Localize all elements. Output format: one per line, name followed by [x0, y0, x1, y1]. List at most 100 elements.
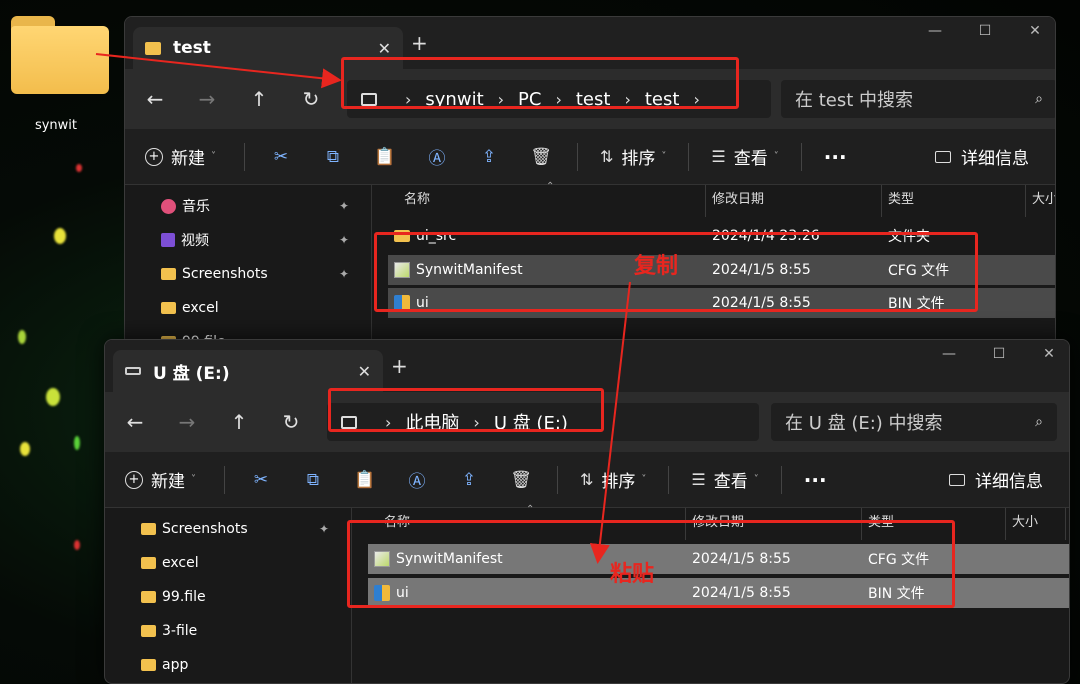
sidebar-item-video[interactable]: 视频 ✦ [125, 223, 371, 257]
file-date: 2024/1/4 23:26 [712, 228, 820, 244]
sort-label: 排序 [621, 149, 656, 169]
file-row[interactable]: ui_src 2024/1/4 23:26 文件夹 [388, 221, 1055, 251]
minimize-icon[interactable]: — [925, 23, 945, 39]
bg-dot [74, 540, 80, 550]
search-input[interactable]: 在 test 中搜索 ⌕ [781, 80, 1055, 118]
sidebar-item-excel[interactable]: excel [105, 546, 351, 580]
copy-icon[interactable]: ⧉ [287, 470, 339, 490]
chevron-down-icon: ˅ [641, 474, 647, 485]
forward-icon[interactable]: → [161, 410, 213, 434]
toolbar-divider [800, 142, 802, 171]
sidebar-item-3-file[interactable]: 3-file [105, 614, 351, 648]
delete-icon[interactable]: 🗑 [515, 147, 567, 167]
sidebar-item-screenshots[interactable]: Screenshots ✦ [125, 257, 371, 291]
column-size[interactable]: 大小 [1006, 508, 1066, 540]
maximize-icon[interactable]: ☐ [989, 346, 1009, 362]
address-bar[interactable]: › 此电脑 › U 盘 (E:) [327, 403, 759, 441]
more-options-button[interactable]: ··· [804, 468, 827, 492]
sort-label: 排序 [601, 472, 636, 492]
column-date[interactable]: 修改日期 [706, 185, 882, 217]
folder-icon [141, 625, 156, 637]
delete-icon[interactable]: 🗑 [495, 470, 547, 490]
tab-test[interactable]: test ✕ [133, 27, 403, 69]
paste-icon[interactable]: 📋 [339, 470, 391, 490]
chevron-icon: › [405, 89, 412, 109]
sidebar-item-music[interactable]: 音乐 ✦ [125, 189, 371, 223]
breadcrumb-item[interactable]: test [645, 89, 680, 110]
cut-icon[interactable]: ✂ [235, 470, 287, 490]
breadcrumb-item[interactable]: U 盘 (E:) [494, 409, 568, 435]
sidebar-item-screenshots[interactable]: Screenshots ✦ [105, 512, 351, 546]
command-bar: + 新建 ˅ ✂ ⧉ 📋 Ⓐ ⇪ 🗑 ⇅ 排序 ˅ ☰ 查看 ˅ ··· 详细信… [105, 452, 1069, 508]
desktop-folder[interactable]: synwit [4, 16, 109, 133]
new-button[interactable]: + 新建 ˅ [125, 467, 196, 492]
file-row[interactable]: ui 2024/1/5 8:55 BIN 文件 [388, 288, 1055, 318]
forward-icon[interactable]: → [181, 87, 233, 111]
copy-icon[interactable]: ⧉ [307, 147, 359, 167]
close-icon[interactable]: ✕ [1039, 346, 1059, 362]
sidebar-item-label: excel [162, 555, 199, 571]
column-size[interactable]: 大小 [1026, 185, 1055, 217]
details-pane-button[interactable]: 详细信息 [949, 467, 1043, 492]
sort-icon: ⇅ [600, 147, 614, 166]
sidebar-item-excel[interactable]: excel [125, 291, 371, 325]
sidebar-item-app[interactable]: app [105, 648, 351, 682]
file-list: 名称 ⌃ 修改日期 类型 大小 ui_src 2024/1/4 23:26 文件… [372, 181, 1055, 345]
up-icon[interactable]: ↑ [213, 410, 265, 434]
sort-button[interactable]: ⇅ 排序 ˅ [600, 144, 666, 169]
close-tab-icon[interactable]: ✕ [378, 39, 391, 58]
pin-icon: ✦ [338, 267, 349, 281]
share-icon[interactable]: ⇪ [463, 147, 515, 167]
details-pane-button[interactable]: 详细信息 [935, 144, 1029, 169]
breadcrumb-item[interactable]: PC [518, 89, 541, 110]
maximize-icon[interactable]: ☐ [975, 23, 995, 39]
close-tab-icon[interactable]: ✕ [358, 362, 371, 381]
content-area: Screenshots ✦ excel 99.file 3-file app 名… [105, 504, 1069, 683]
navigation-pane: 音乐 ✦ 视频 ✦ Screenshots ✦ excel 99.file [125, 185, 372, 345]
rename-icon[interactable]: Ⓐ [391, 467, 443, 492]
new-tab-button[interactable]: + [411, 31, 428, 55]
back-icon[interactable]: ← [109, 410, 161, 434]
back-icon[interactable]: ← [129, 87, 181, 111]
breadcrumb-item[interactable]: test [576, 89, 611, 110]
sidebar-item-label: 3-file [162, 623, 198, 639]
tab-usb-drive[interactable]: U 盘 (E:) ✕ [113, 350, 383, 392]
folder-icon [141, 591, 156, 603]
bg-dot [74, 436, 80, 450]
folder-icon [7, 16, 109, 94]
config-file-icon [394, 262, 410, 278]
share-icon[interactable]: ⇪ [443, 470, 495, 490]
file-row[interactable]: ui 2024/1/5 8:55 BIN 文件 [368, 578, 1069, 608]
column-date[interactable]: 修改日期 [686, 508, 862, 540]
bg-dot [46, 388, 60, 406]
up-icon[interactable]: ↑ [233, 87, 285, 111]
sidebar-item-label: Screenshots [162, 521, 248, 537]
file-name: SynwitManifest [396, 551, 503, 567]
address-bar[interactable]: › synwit › PC › test › test › [347, 80, 771, 118]
more-options-button[interactable]: ··· [824, 145, 847, 169]
column-type[interactable]: 类型 [862, 508, 1006, 540]
search-input[interactable]: 在 U 盘 (E:) 中搜索 ⌕ [771, 403, 1057, 441]
file-name: ui_src [416, 228, 457, 244]
new-tab-button[interactable]: + [391, 354, 408, 378]
column-type[interactable]: 类型 [882, 185, 1026, 217]
refresh-icon[interactable]: ↻ [285, 87, 337, 111]
sidebar-item-99-file[interactable]: 99.file [105, 580, 351, 614]
file-row[interactable]: SynwitManifest 2024/1/5 8:55 CFG 文件 [388, 255, 1055, 285]
sort-button[interactable]: ⇅ 排序 ˅ [580, 467, 646, 492]
rename-icon[interactable]: Ⓐ [411, 144, 463, 169]
new-button[interactable]: + 新建 ˅ [145, 144, 216, 169]
breadcrumb-item[interactable]: 此电脑 [405, 409, 459, 435]
sort-caret-icon: ⌃ [526, 504, 535, 515]
cut-icon[interactable]: ✂ [255, 147, 307, 167]
minimize-icon[interactable]: — [939, 346, 959, 362]
close-icon[interactable]: ✕ [1025, 23, 1045, 39]
plus-icon: + [145, 147, 163, 166]
paste-icon[interactable]: 📋 [359, 147, 411, 167]
view-icon: ☰ [711, 147, 726, 166]
file-row[interactable]: SynwitManifest 2024/1/5 8:55 CFG 文件 [368, 544, 1069, 574]
breadcrumb-item[interactable]: synwit [425, 89, 483, 110]
view-button[interactable]: ☰ 查看 ˅ [691, 467, 758, 492]
refresh-icon[interactable]: ↻ [265, 410, 317, 434]
view-button[interactable]: ☰ 查看 ˅ [711, 144, 778, 169]
